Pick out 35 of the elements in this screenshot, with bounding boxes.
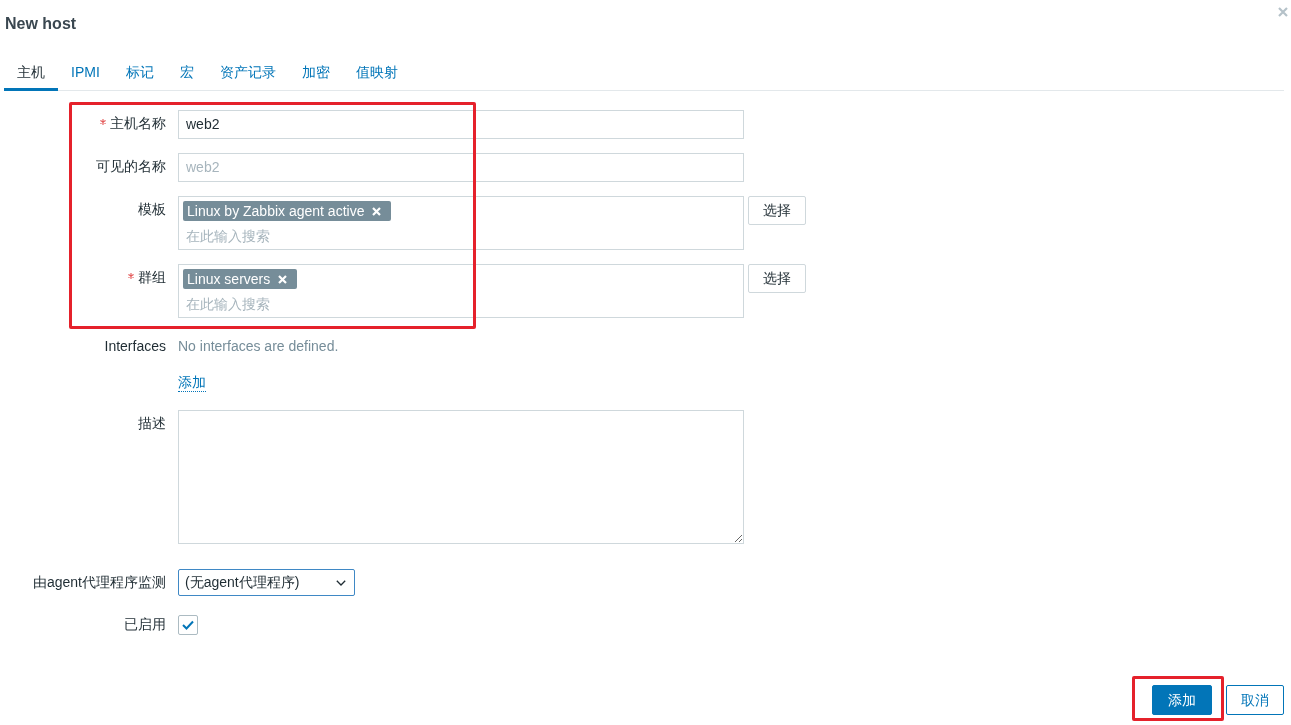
description-field[interactable]	[178, 410, 744, 544]
chevron-down-icon	[336, 579, 346, 586]
multiselect-field[interactable]: Linux servers 在此输入搜索	[178, 264, 744, 318]
submit-button[interactable]: 添加	[1152, 685, 1212, 715]
text-field[interactable]: web2	[178, 110, 744, 139]
tab[interactable]: 标记	[112, 62, 167, 91]
remove-icon[interactable]	[278, 274, 288, 284]
field-label: 模板	[138, 201, 166, 219]
tab[interactable]: 主机	[4, 62, 58, 91]
tab[interactable]: 加密	[288, 62, 343, 91]
checkbox[interactable]	[178, 615, 198, 635]
field-label: 由agent代理程序监测	[32, 574, 166, 592]
select-button[interactable]: 选择	[748, 196, 806, 225]
remove-icon[interactable]	[372, 206, 382, 216]
tab[interactable]: 宏	[166, 62, 207, 91]
field-label: 群组	[138, 269, 166, 287]
dialog-title: New host	[5, 14, 77, 34]
check-icon	[182, 620, 194, 630]
tab[interactable]: 资产记录	[206, 62, 289, 91]
select-button[interactable]: 选择	[748, 264, 806, 293]
add-link[interactable]: 添加	[178, 372, 206, 392]
tag[interactable]: Linux servers	[183, 269, 298, 289]
field-label: 已启用	[124, 616, 166, 634]
multiselect-field[interactable]: Linux by Zabbix agent active 在此输入搜索	[178, 196, 744, 250]
tab[interactable]: IPMI	[58, 62, 113, 91]
cancel-button[interactable]: 取消	[1226, 685, 1284, 715]
field-label: Interfaces	[104, 338, 166, 354]
field-label: 主机名称	[110, 115, 166, 133]
field-label: 可见的名称	[96, 158, 166, 176]
empty-message: No interfaces are defined.	[178, 338, 339, 354]
dropdown-select[interactable]: (无agent代理程序)	[178, 569, 355, 596]
field-label: 描述	[138, 415, 166, 433]
tab[interactable]: 值映射	[342, 62, 411, 91]
close-icon[interactable]	[1278, 7, 1288, 17]
tag[interactable]: Linux by Zabbix agent active	[183, 201, 392, 221]
